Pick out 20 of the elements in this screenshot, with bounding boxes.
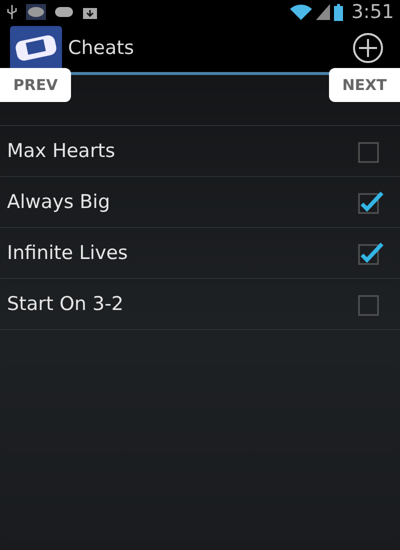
checked-checkbox[interactable] — [356, 240, 384, 266]
wifi-icon — [290, 4, 312, 20]
checked-checkbox[interactable] — [356, 189, 384, 215]
prev-button[interactable]: PREV — [0, 68, 71, 102]
cheat-row[interactable]: Max Hearts — [0, 126, 400, 177]
status-time: 3:51 — [351, 1, 394, 23]
cheat-row[interactable]: Start On 3-2 — [0, 279, 400, 330]
cheat-name: Infinite Lives — [7, 242, 128, 264]
usb-icon — [6, 4, 18, 20]
next-button[interactable]: NEXT — [329, 68, 400, 102]
screen-title: Cheats — [68, 37, 135, 59]
handheld-console-icon[interactable] — [10, 26, 62, 70]
cheat-row[interactable]: Always Big — [0, 177, 400, 228]
add-icon[interactable] — [352, 32, 384, 64]
cheat-name: Always Big — [7, 191, 110, 213]
cheat-row[interactable]: Infinite Lives — [0, 228, 400, 279]
battery-icon — [334, 4, 344, 20]
signal-icon — [316, 4, 330, 20]
cheat-name: Start On 3-2 — [7, 293, 124, 315]
cheat-name: Max Hearts — [7, 140, 116, 162]
